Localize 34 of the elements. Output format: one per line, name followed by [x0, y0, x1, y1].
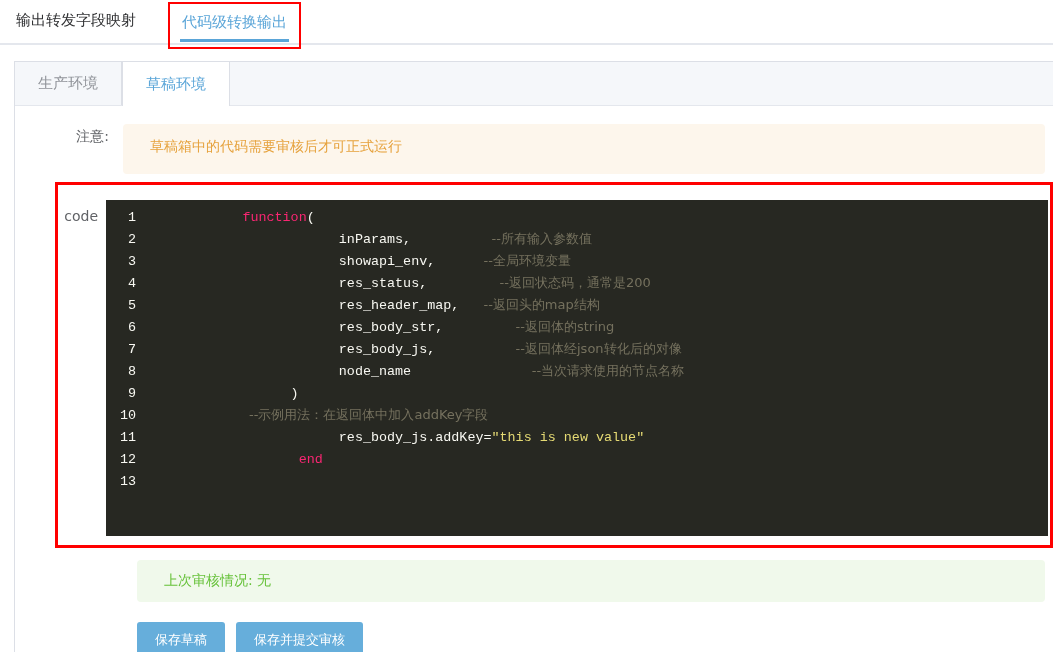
code-line: node_name --当次请求使用的节点名称 [337, 362, 685, 380]
line-number: 12 [118, 451, 136, 467]
save-button[interactable]: 保存并提交审核 [236, 622, 363, 652]
code-line: inParams, --所有输入参数值 [337, 230, 592, 248]
field-label: code [63, 207, 99, 226]
line-number: 8 [126, 363, 136, 379]
code-line: --示例用法：在返回体中加入addKey字段 [248, 406, 489, 424]
code-line: showapi_env, --全局环境变量 [337, 252, 571, 270]
tab[interactable]: 代码级转换输出 [180, 4, 289, 42]
line-number: 2 [126, 231, 136, 247]
tab[interactable]: 草稿环境 [122, 62, 230, 106]
line-number: 4 [126, 275, 136, 291]
code-line: res_header_map, --返回头的map结构 [337, 296, 600, 314]
code-line: end [297, 451, 323, 467]
save-button[interactable]: 保存草稿 [137, 622, 225, 652]
line-number: 5 [126, 297, 136, 313]
code-line: ) [289, 385, 299, 401]
line-number: 3 [126, 253, 136, 269]
line-number: 1 [126, 209, 136, 225]
code-line: res_body_js.addKey="this is new value" [337, 429, 645, 445]
code-line: res_body_js, --返回体经json转化后的对像 [337, 340, 682, 358]
line-number: 13 [118, 473, 136, 489]
tab[interactable]: 输出转发字段映射 [14, 2, 138, 40]
line-number: 9 [126, 385, 136, 401]
success-alert: 上次审核情况: 无 [137, 560, 1045, 602]
code-line: function( [241, 209, 315, 225]
line-number: 6 [126, 319, 136, 335]
warning-alert: 草稿箱中的代码需要审核后才可正式运行 [123, 124, 1045, 174]
line-number: 10 [118, 407, 136, 423]
code-line: res_body_str, --返回体的string [337, 318, 615, 336]
line-number: 11 [118, 429, 136, 445]
code-line: res_status, --返回状态码，通常是200 [337, 274, 651, 292]
line-number: 7 [126, 341, 136, 357]
field-label: 注意: [75, 127, 110, 146]
